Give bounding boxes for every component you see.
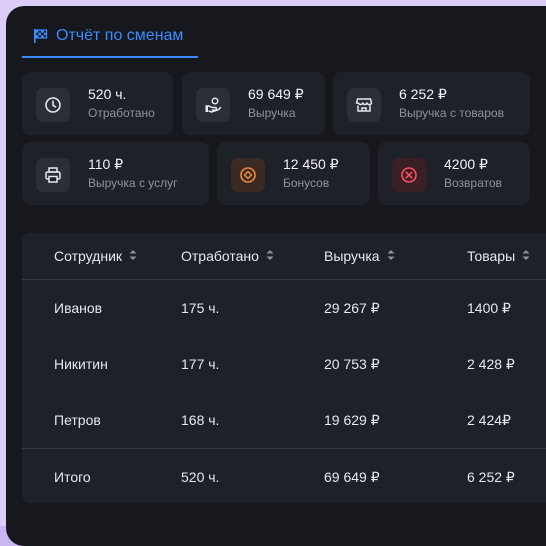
bonus-icon: [231, 158, 265, 192]
stat-label: Бонусов: [283, 176, 330, 190]
table-row: Никитин 177 ч. 20 753 ₽ 2 428 ₽: [22, 336, 546, 392]
table-cell: Итого: [54, 469, 91, 485]
stat-label: Выручка с товаров: [399, 106, 504, 120]
employee-table: Сотрудник Отработано Выручка Товары Иван…: [22, 233, 546, 503]
stat-label: Возвратов: [444, 176, 502, 190]
table-header: Сотрудник Отработано Выручка Товары: [22, 233, 546, 280]
table-row: Иванов 175 ч. 29 267 ₽ 1400 ₽: [22, 280, 546, 336]
stat-value: 69 649 ₽: [248, 86, 304, 102]
tab-label: Отчёт по сменам: [56, 27, 184, 44]
clock-icon: [36, 88, 70, 122]
table-cell: 520 ч.: [181, 469, 220, 485]
sort-icon: [521, 248, 531, 265]
table-cell: 2 428 ₽: [467, 355, 515, 372]
table-cell: 1400 ₽: [467, 299, 511, 316]
column-header-goods[interactable]: Товары: [467, 233, 531, 279]
table-cell: 168 ч.: [181, 412, 220, 428]
table-row: Петров 168 ч. 19 629 ₽ 2 424₽: [22, 392, 546, 448]
printer-icon: [36, 158, 70, 192]
table-cell: Никитин: [54, 356, 108, 372]
column-header-label: Выручка: [324, 248, 380, 264]
table-cell: Петров: [54, 412, 101, 428]
column-header-revenue[interactable]: Выручка: [324, 233, 396, 279]
table-cell: 69 649 ₽: [324, 468, 380, 485]
stat-label: Отработано: [88, 106, 155, 120]
stat-card-goods-revenue: 6 252 ₽ Выручка с товаров: [333, 72, 530, 135]
table-cell: 175 ч.: [181, 300, 220, 316]
tab-shift-report[interactable]: Отчёт по сменам: [22, 16, 198, 58]
table-cell: 20 753 ₽: [324, 355, 380, 372]
stat-card-revenue: 69 649 ₽ Выручка: [182, 72, 325, 135]
column-header-employee[interactable]: Сотрудник: [54, 233, 138, 279]
column-header-worked[interactable]: Отработано: [181, 233, 275, 279]
sort-icon: [386, 248, 396, 265]
table-cell: 19 629 ₽: [324, 411, 380, 428]
table-total-row: Итого 520 ч. 69 649 ₽ 6 252 ₽: [22, 448, 546, 503]
column-header-label: Товары: [467, 248, 516, 264]
table-cell: 2 424₽: [467, 411, 511, 428]
stat-card-bonuses: 12 450 ₽ Бонусов: [217, 142, 370, 205]
stat-value: 520 ч.: [88, 86, 127, 102]
column-header-label: Отработано: [181, 248, 259, 264]
stat-card-hours: 520 ч. Отработано: [22, 72, 173, 135]
money-hand-icon: [196, 88, 230, 122]
table-cell: 29 267 ₽: [324, 299, 380, 316]
stat-value: 6 252 ₽: [399, 86, 447, 102]
table-cell: 177 ч.: [181, 356, 220, 372]
stat-card-services-revenue: 110 ₽ Выручка с услуг: [22, 142, 209, 205]
stat-value: 4200 ₽: [444, 156, 488, 172]
checkered-flag-icon: [32, 28, 48, 44]
stat-card-returns: 4200 ₽ Возвратов: [378, 142, 530, 205]
column-header-label: Сотрудник: [54, 248, 123, 264]
sort-icon: [128, 248, 138, 265]
report-panel: Отчёт по сменам 520 ч. Отработано 69 649…: [6, 6, 546, 546]
stat-label: Выручка с услуг: [88, 176, 178, 190]
stat-value: 110 ₽: [88, 156, 124, 172]
stat-label: Выручка: [248, 106, 296, 120]
cancel-icon: [392, 158, 426, 192]
sort-icon: [265, 248, 275, 265]
store-icon: [347, 88, 381, 122]
table-cell: Иванов: [54, 300, 103, 316]
stat-value: 12 450 ₽: [283, 156, 339, 172]
table-cell: 6 252 ₽: [467, 468, 515, 485]
